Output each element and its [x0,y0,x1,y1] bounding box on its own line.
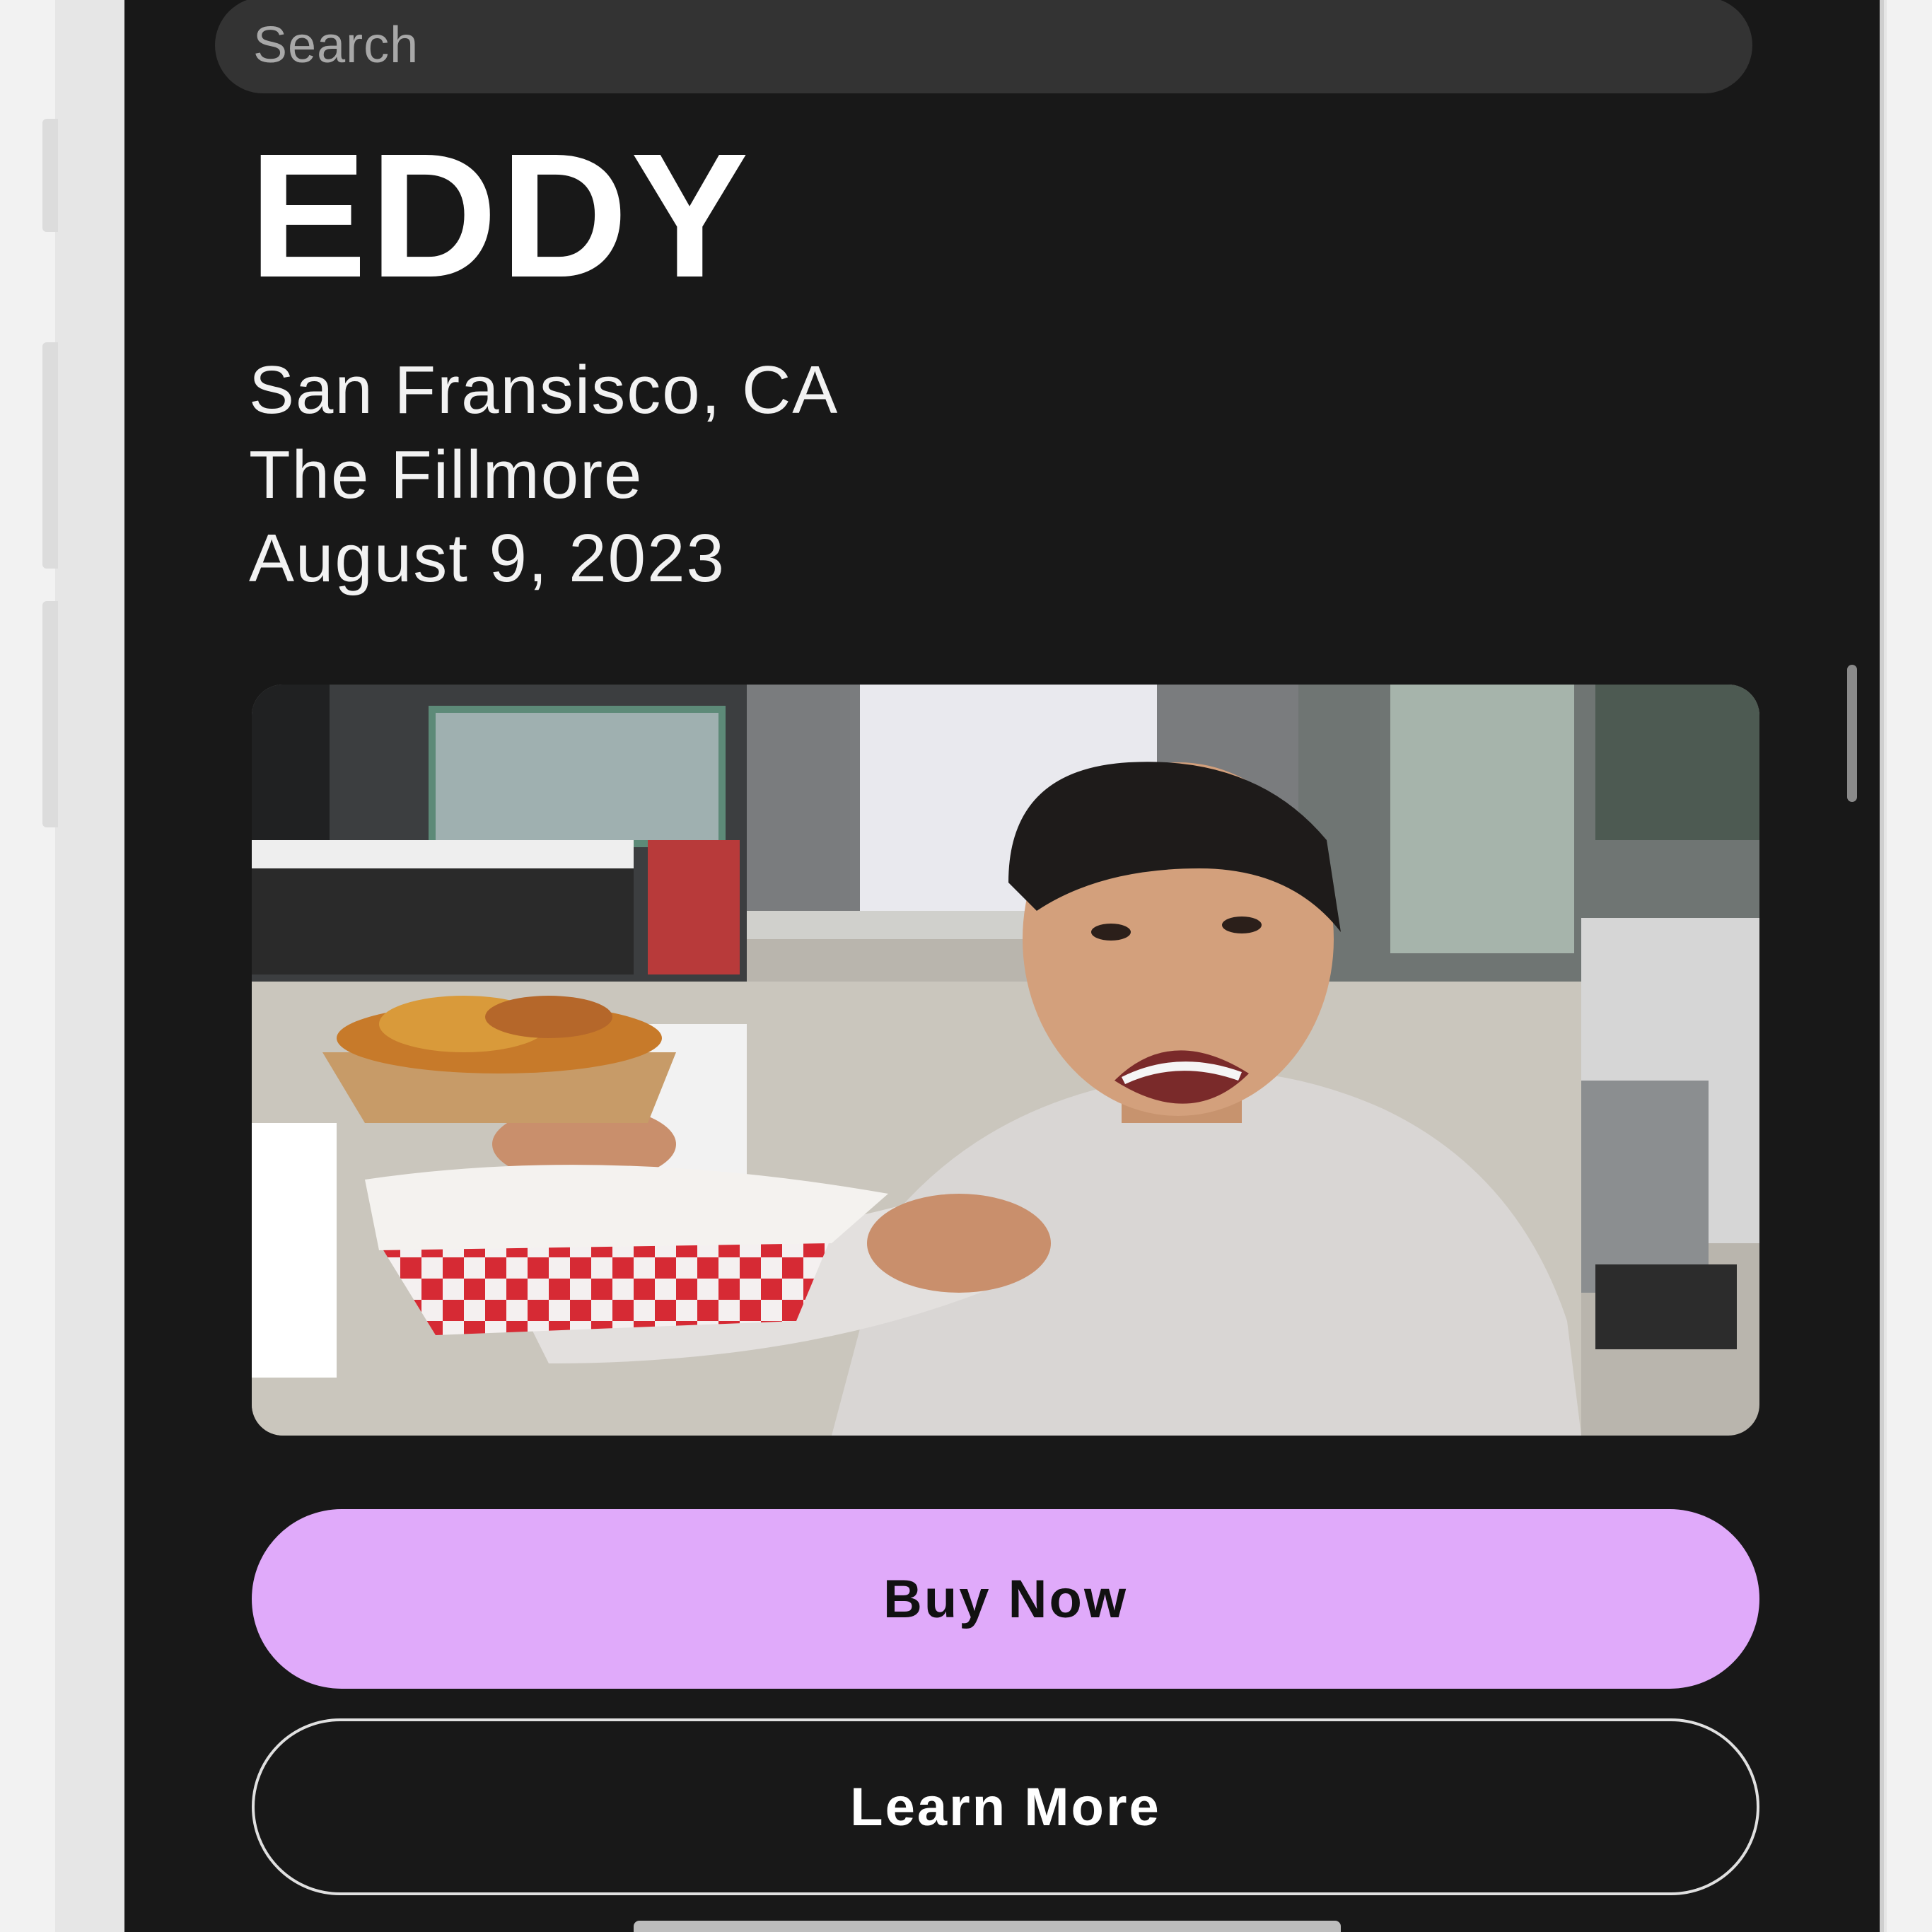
event-venue: The Fillmore [249,437,644,513]
volume-down-button [42,601,58,827]
event-city: San Fransisco, CA [249,352,839,428]
search-placeholder: Search [253,17,419,74]
device-background: Search EDDY San Fransisco, CA The Fillmo… [0,0,1932,1932]
volume-up-button [42,342,58,569]
event-date: August 9, 2023 [249,520,726,596]
app-screen: Search EDDY San Fransisco, CA The Fillmo… [124,0,1880,1932]
buy-now-button[interactable]: Buy Now [252,1509,1759,1689]
learn-more-button[interactable]: Learn More [252,1718,1759,1895]
home-indicator[interactable] [634,1921,1341,1932]
artist-photo [252,685,1759,1436]
scrollbar-thumb[interactable] [1847,665,1857,802]
device-side-button [42,119,58,232]
device-frame-edge [1880,0,1884,1932]
artist-name: EDDY [249,117,752,314]
search-input[interactable]: Search [215,0,1752,93]
